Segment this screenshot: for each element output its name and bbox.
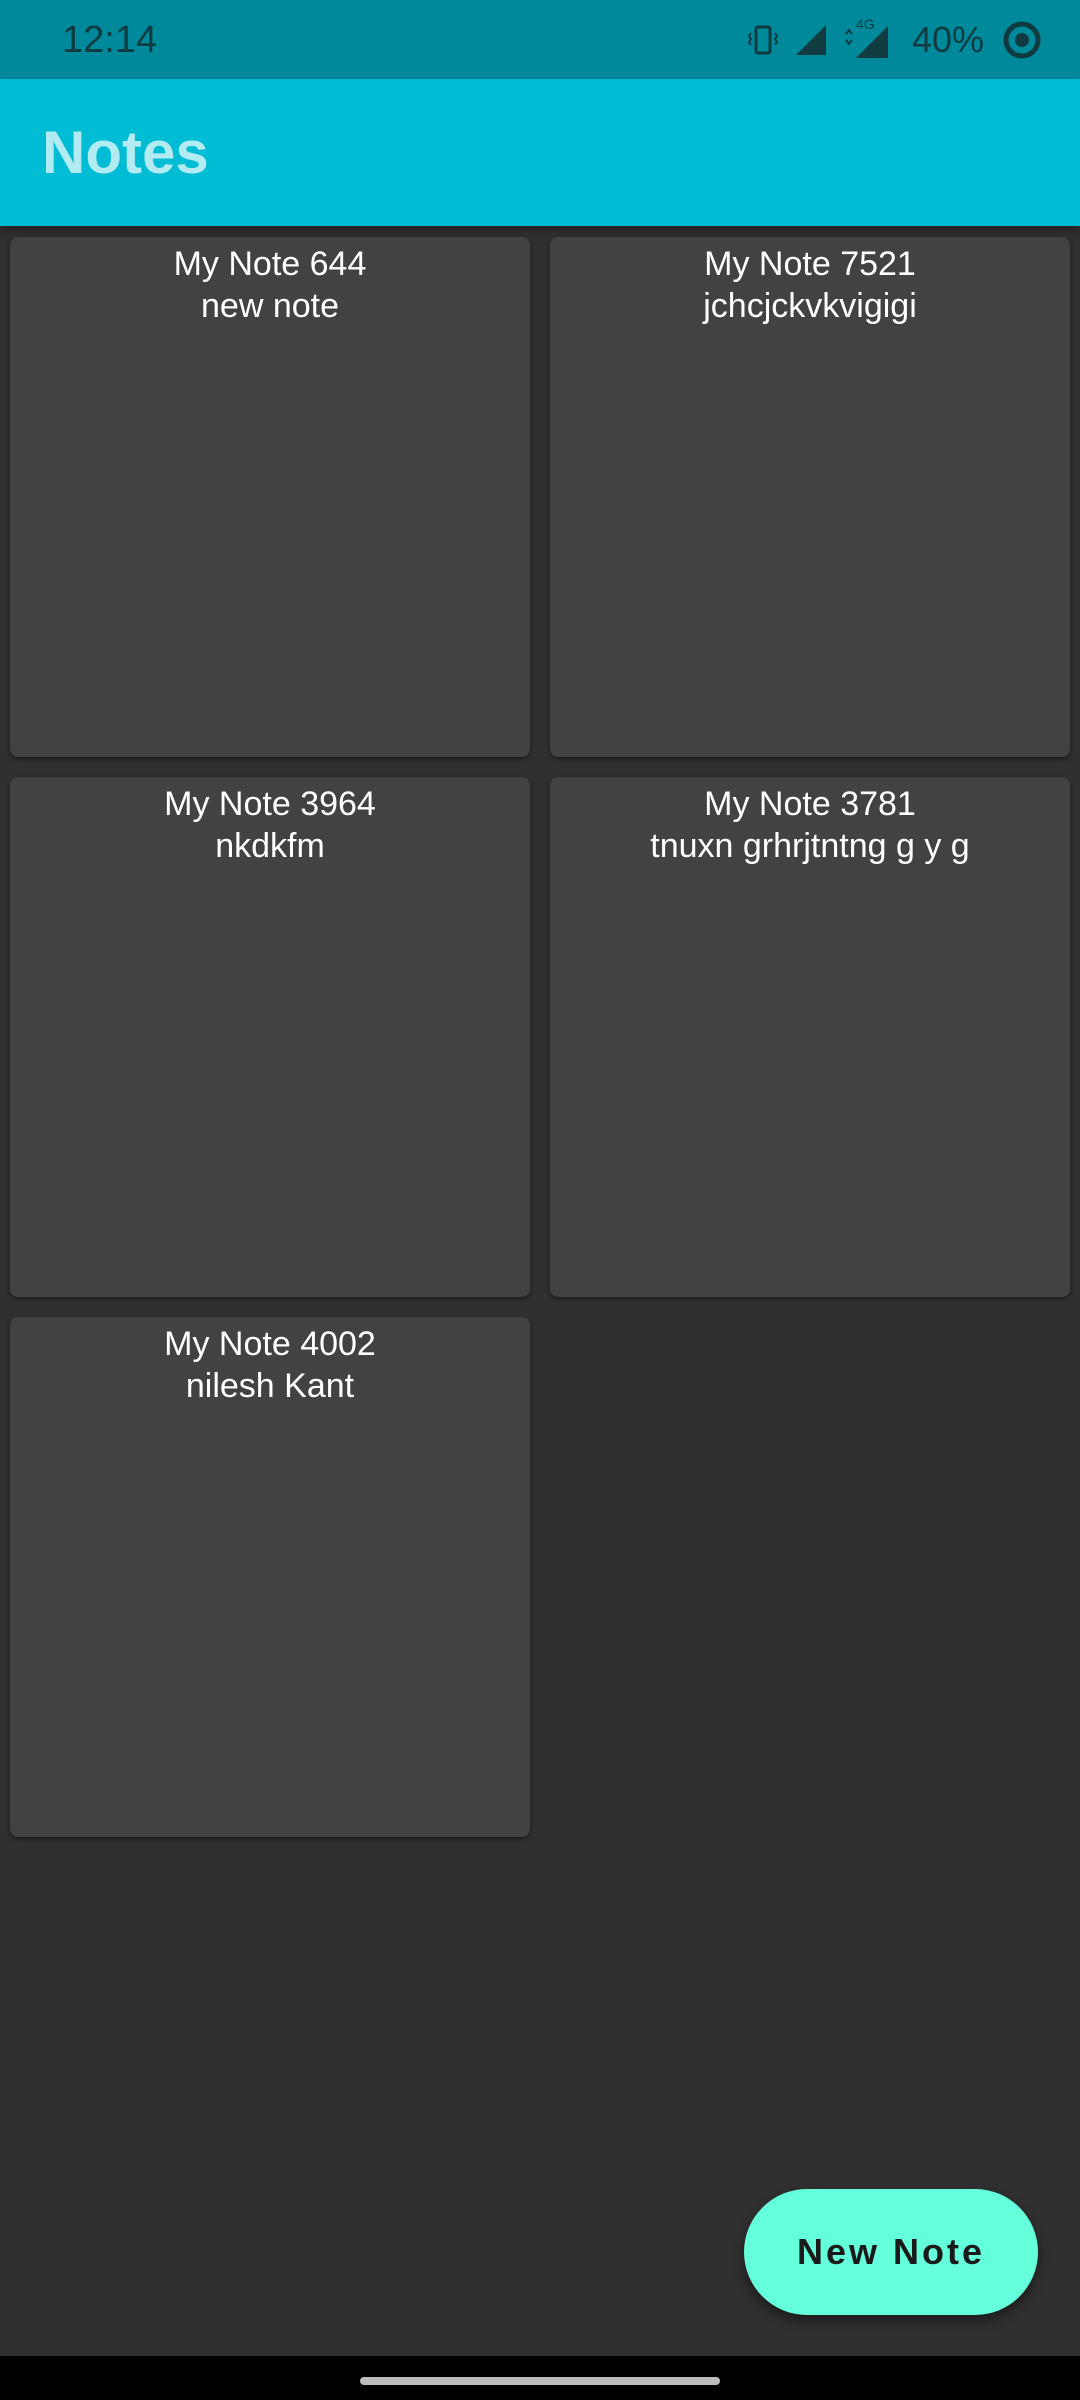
new-note-label: New Note [796,2231,986,2272]
signal-4g-icon: 4G [842,16,892,60]
home-gesture-handle[interactable] [360,2377,720,2385]
battery-percent: 40% [911,19,984,60]
note-card[interactable]: My Note 3781 tnuxn grhrjtntng g y g [550,777,1070,1297]
page-title: Notes [42,119,209,186]
new-note-button[interactable]: New Note [744,2189,1038,2315]
note-title: My Note 4002 [164,1325,376,1363]
battery-ring-icon [1002,20,1042,60]
status-icons: 4G 40% [746,16,1042,64]
navigation-bar [0,2356,1080,2400]
note-card[interactable]: My Note 644 new note [10,237,530,757]
status-time: 12:14 [62,19,158,61]
note-body: jchcjckvkvigigi [703,287,917,325]
note-title: My Note 3964 [164,785,376,823]
note-body: new note [201,287,339,325]
app-bar: Notes [0,79,1080,226]
network-label: 4G [855,16,875,32]
status-bar: 12:14 4G 40% [0,0,1080,79]
note-title: My Note 3781 [704,785,916,823]
note-title: My Note 644 [173,245,367,283]
note-title: My Note 7521 [704,245,916,283]
note-card[interactable]: My Note 7521 jchcjckvkvigigi [550,237,1070,757]
signal-icon [794,23,828,57]
note-body: tnuxn grhrjtntng g y g [650,827,970,865]
note-body: nkdkfm [215,827,325,865]
vibrate-icon [746,23,780,57]
note-card[interactable]: My Note 4002 nilesh Kant [10,1317,530,1837]
note-card[interactable]: My Note 3964 nkdkfm [10,777,530,1297]
note-body: nilesh Kant [185,1367,355,1405]
notes-grid: My Note 644 new note My Note 7521 jchcjc… [10,237,1070,1837]
